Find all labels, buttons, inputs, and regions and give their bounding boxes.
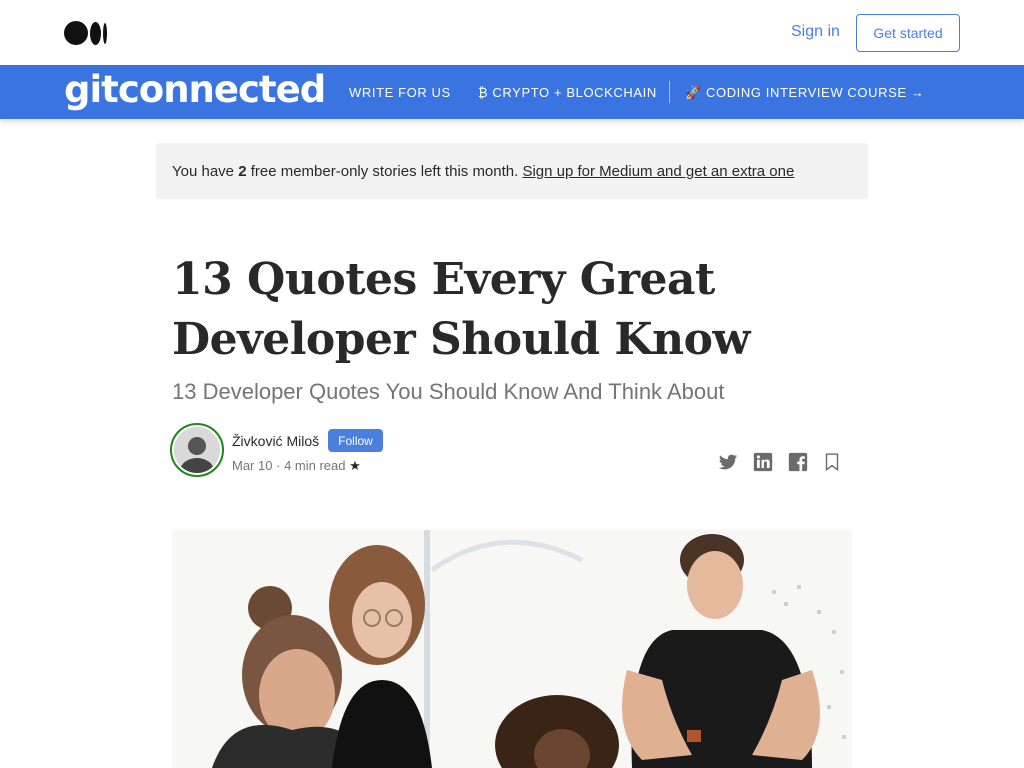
read-time: 4 min read <box>284 458 346 473</box>
author-name[interactable]: Živković Miloš <box>232 433 319 449</box>
sign-in-link[interactable]: Sign in <box>791 23 840 41</box>
meter-count: 2 <box>238 163 247 180</box>
avatar <box>174 427 220 473</box>
twitter-icon[interactable] <box>717 451 739 473</box>
facebook-icon[interactable] <box>787 451 809 473</box>
hero-image <box>172 530 852 768</box>
logo-circle-large <box>64 21 88 45</box>
nav-write-for-us[interactable]: WRITE FOR US <box>349 85 451 100</box>
member-star-icon: ★ <box>349 458 361 473</box>
bookmark-icon[interactable] <box>821 451 843 473</box>
meta-separator: · <box>276 458 281 473</box>
logo-circle-small <box>103 22 107 44</box>
linkedin-icon[interactable] <box>752 451 774 473</box>
meter-text: You have 2 free member-only stories left… <box>172 163 794 180</box>
member-meter-banner: You have 2 free member-only stories left… <box>156 143 868 199</box>
nav-crypto-blockchain[interactable]: ₿ CRYPTO + BLOCKCHAIN <box>478 85 657 100</box>
top-bar: Sign in Get started <box>0 0 1024 65</box>
article-subtitle: 13 Developer Quotes You Should Know And … <box>172 379 725 404</box>
meter-prefix: You have <box>172 163 239 180</box>
publish-date: Mar 10 <box>232 458 273 473</box>
medium-logo[interactable] <box>64 21 109 45</box>
publication-logo[interactable]: gitconnected <box>64 68 326 111</box>
publication-nav: gitconnected WRITE FOR US ₿ CRYPTO + BLO… <box>0 65 1024 119</box>
author-avatar-ring[interactable] <box>170 423 224 477</box>
get-started-button[interactable]: Get started <box>856 14 960 52</box>
nav-divider <box>669 81 670 103</box>
article-meta: Mar 10 · 4 min read ★ <box>232 458 361 474</box>
logo-circle-medium <box>90 21 101 45</box>
signup-link[interactable]: Sign up for Medium and get an extra one <box>522 163 794 180</box>
follow-button[interactable]: Follow <box>328 429 383 452</box>
meter-suffix: free member-only stories left this month… <box>246 163 523 180</box>
article-title: 13 Quotes Every Great Developer Should K… <box>172 254 750 365</box>
nav-coding-interview-course[interactable]: 🚀 CODING INTERVIEW COURSE → <box>685 85 924 101</box>
